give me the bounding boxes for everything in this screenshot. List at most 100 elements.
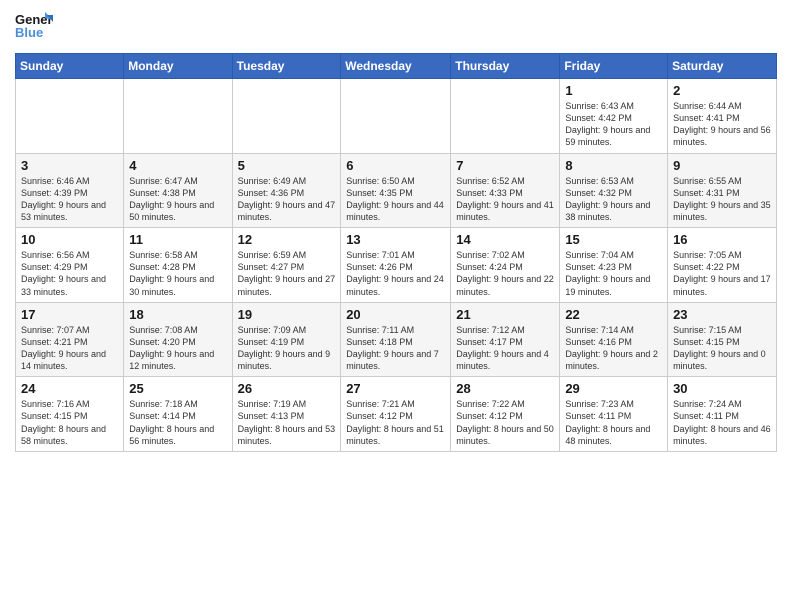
table-row: 7Sunrise: 6:52 AM Sunset: 4:33 PM Daylig… [451,153,560,228]
day-number: 21 [456,307,554,322]
col-friday: Friday [560,54,668,79]
logo-icon: General Blue [15,10,53,45]
day-info: Sunrise: 7:23 AM Sunset: 4:11 PM Dayligh… [565,398,662,447]
table-row: 25 Sunrise: 7:18 AM Sunset: 4:14 PM Dayli… [124,377,232,452]
day-info: Sunrise: 6:47 AM Sunset: 4:38 PM Dayligh… [129,175,226,224]
day-number: 9 [673,158,771,173]
calendar-week-3: 10Sunrise: 6:56 AM Sunset: 4:29 PM Dayli… [16,228,777,303]
table-row: 28 Sunrise: 7:22 AM Sunset: 4:12 PM Dayli… [451,377,560,452]
day-info: Sunrise: 7:24 AM Sunset: 4:11 PM Dayligh… [673,398,771,447]
day-info: Sunrise: 7:05 AM Sunset: 4:22 PM Dayligh… [673,249,771,298]
day-number: 20 [346,307,445,322]
logo: General Blue [15,10,53,45]
day-info: Sunrise: 7:19 AM Sunset: 4:13 PM Dayligh… [238,398,336,447]
calendar-week-5: 24Sunrise: 7:16 AM Sunset: 4:15 PM Dayli… [16,377,777,452]
day-number: 23 [673,307,771,322]
table-row: 29 Sunrise: 7:23 AM Sunset: 4:11 PM Dayli… [560,377,668,452]
day-number: 28 [456,381,554,396]
day-number: 5 [238,158,336,173]
day-info: Sunrise: 6:53 AM Sunset: 4:32 PM Dayligh… [565,175,662,224]
table-row: 2Sunrise: 6:44 AM Sunset: 4:41 PM Daylig… [668,79,777,154]
table-row: 30 Sunrise: 7:24 AM Sunset: 4:11 PM Dayli… [668,377,777,452]
calendar-week-2: 3Sunrise: 6:46 AM Sunset: 4:39 PM Daylig… [16,153,777,228]
day-number: 18 [129,307,226,322]
day-number: 24 [21,381,118,396]
day-number: 11 [129,232,226,247]
table-row [232,79,341,154]
col-wednesday: Wednesday [341,54,451,79]
table-row: 20 Sunrise: 7:11 AM Sunset: 4:18 PM Dayli… [341,302,451,377]
day-number: 14 [456,232,554,247]
col-sunday: Sunday [16,54,124,79]
day-info: Sunrise: 7:15 AM Sunset: 4:15 PM Dayligh… [673,324,771,373]
day-info: Sunrise: 6:49 AM Sunset: 4:36 PM Dayligh… [238,175,336,224]
calendar-body: 1 Sunrise: 6:43 AM Sunset: 4:42 PM Daylig… [16,79,777,452]
day-number: 26 [238,381,336,396]
day-number: 7 [456,158,554,173]
table-row: 6 Sunrise: 6:50 AM Sunset: 4:35 PM Daylig… [341,153,451,228]
table-row: 23 Sunrise: 7:15 AM Sunset: 4:15 PM Dayli… [668,302,777,377]
day-number: 22 [565,307,662,322]
table-row: 15Sunrise: 7:04 AM Sunset: 4:23 PM Dayli… [560,228,668,303]
day-info: Sunrise: 7:09 AM Sunset: 4:19 PM Dayligh… [238,324,336,373]
calendar-page: General Blue Sunday Monday Tuesday Wedne… [0,0,792,612]
day-number: 4 [129,158,226,173]
table-row: 24Sunrise: 7:16 AM Sunset: 4:15 PM Dayli… [16,377,124,452]
table-row: 8 Sunrise: 6:53 AM Sunset: 4:32 PM Daylig… [560,153,668,228]
day-number: 13 [346,232,445,247]
table-row: 18 Sunrise: 7:08 AM Sunset: 4:20 PM Dayli… [124,302,232,377]
table-row: 3Sunrise: 6:46 AM Sunset: 4:39 PM Daylig… [16,153,124,228]
table-row: 21Sunrise: 7:12 AM Sunset: 4:17 PM Dayli… [451,302,560,377]
table-row: 19 Sunrise: 7:09 AM Sunset: 4:19 PM Dayli… [232,302,341,377]
day-info: Sunrise: 6:46 AM Sunset: 4:39 PM Dayligh… [21,175,118,224]
table-row: 1 Sunrise: 6:43 AM Sunset: 4:42 PM Daylig… [560,79,668,154]
table-row: 10Sunrise: 6:56 AM Sunset: 4:29 PM Dayli… [16,228,124,303]
day-number: 16 [673,232,771,247]
table-row [124,79,232,154]
table-row [16,79,124,154]
day-info: Sunrise: 7:14 AM Sunset: 4:16 PM Dayligh… [565,324,662,373]
day-number: 27 [346,381,445,396]
day-info: Sunrise: 7:07 AM Sunset: 4:21 PM Dayligh… [21,324,118,373]
day-number: 30 [673,381,771,396]
day-info: Sunrise: 6:55 AM Sunset: 4:31 PM Dayligh… [673,175,771,224]
day-number: 25 [129,381,226,396]
table-row: 17 Sunrise: 7:07 AM Sunset: 4:21 PM Dayli… [16,302,124,377]
day-info: Sunrise: 6:58 AM Sunset: 4:28 PM Dayligh… [129,249,226,298]
col-monday: Monday [124,54,232,79]
day-info: Sunrise: 6:59 AM Sunset: 4:27 PM Dayligh… [238,249,336,298]
day-number: 12 [238,232,336,247]
day-info: Sunrise: 7:11 AM Sunset: 4:18 PM Dayligh… [346,324,445,373]
day-info: Sunrise: 6:43 AM Sunset: 4:42 PM Dayligh… [565,100,662,149]
svg-text:Blue: Blue [15,25,43,40]
day-number: 29 [565,381,662,396]
table-row: 4 Sunrise: 6:47 AM Sunset: 4:38 PM Daylig… [124,153,232,228]
table-row: 5 Sunrise: 6:49 AM Sunset: 4:36 PM Daylig… [232,153,341,228]
table-row: 11 Sunrise: 6:58 AM Sunset: 4:28 PM Dayli… [124,228,232,303]
day-number: 8 [565,158,662,173]
header-row: Sunday Monday Tuesday Wednesday Thursday… [16,54,777,79]
day-info: Sunrise: 7:02 AM Sunset: 4:24 PM Dayligh… [456,249,554,298]
day-number: 17 [21,307,118,322]
day-info: Sunrise: 7:01 AM Sunset: 4:26 PM Dayligh… [346,249,445,298]
calendar-header: Sunday Monday Tuesday Wednesday Thursday… [16,54,777,79]
col-tuesday: Tuesday [232,54,341,79]
calendar-table: Sunday Monday Tuesday Wednesday Thursday… [15,53,777,452]
table-row: 14 Sunrise: 7:02 AM Sunset: 4:24 PM Dayli… [451,228,560,303]
table-row: 12 Sunrise: 6:59 AM Sunset: 4:27 PM Dayli… [232,228,341,303]
table-row: 9 Sunrise: 6:55 AM Sunset: 4:31 PM Daylig… [668,153,777,228]
col-saturday: Saturday [668,54,777,79]
calendar-week-1: 1 Sunrise: 6:43 AM Sunset: 4:42 PM Daylig… [16,79,777,154]
day-info: Sunrise: 6:50 AM Sunset: 4:35 PM Dayligh… [346,175,445,224]
calendar-week-4: 17 Sunrise: 7:07 AM Sunset: 4:21 PM Dayli… [16,302,777,377]
day-number: 15 [565,232,662,247]
day-info: Sunrise: 7:08 AM Sunset: 4:20 PM Dayligh… [129,324,226,373]
day-info: Sunrise: 7:18 AM Sunset: 4:14 PM Dayligh… [129,398,226,447]
day-number: 19 [238,307,336,322]
table-row: 13 Sunrise: 7:01 AM Sunset: 4:26 PM Dayli… [341,228,451,303]
day-number: 6 [346,158,445,173]
table-row [451,79,560,154]
day-info: Sunrise: 7:22 AM Sunset: 4:12 PM Dayligh… [456,398,554,447]
day-info: Sunrise: 6:56 AM Sunset: 4:29 PM Dayligh… [21,249,118,298]
day-number: 1 [565,83,662,98]
